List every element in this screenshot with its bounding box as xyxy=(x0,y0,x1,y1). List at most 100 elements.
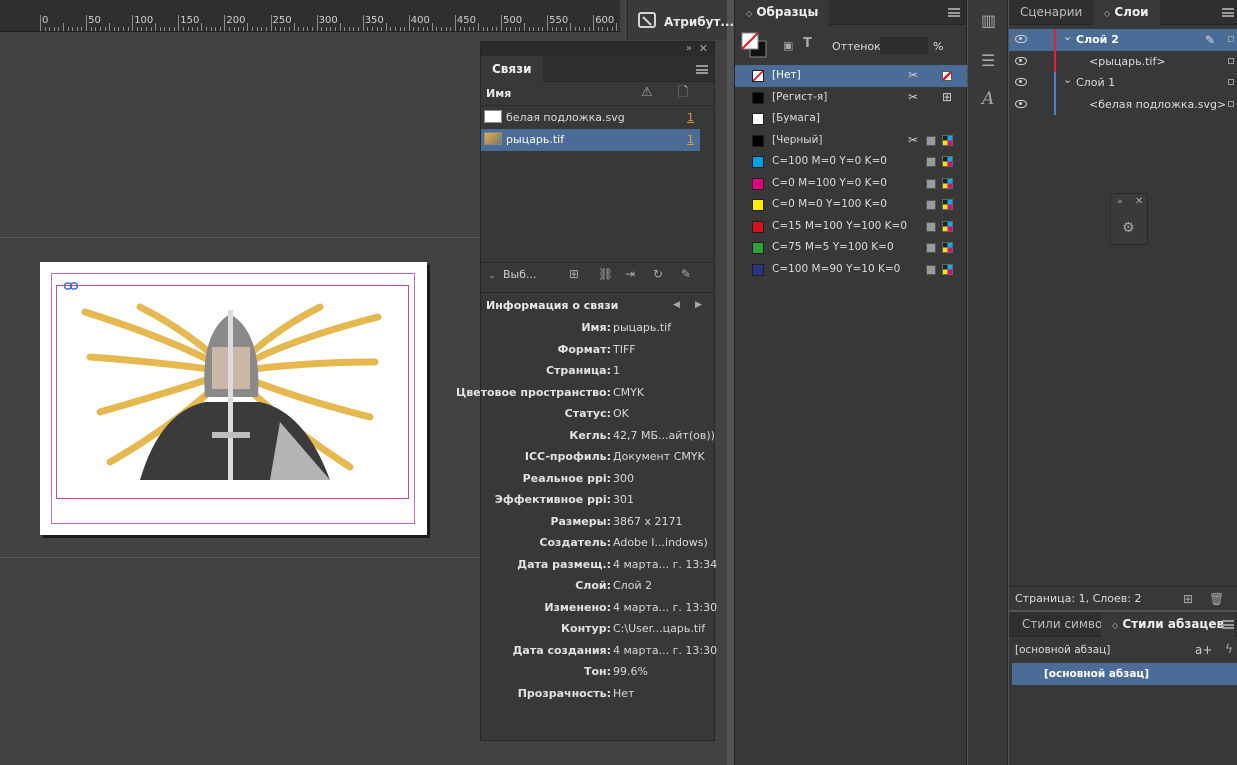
ruler-minor-tick xyxy=(113,27,115,31)
relink-cc-icon[interactable]: ⊞ xyxy=(569,268,579,280)
previous-link-icon[interactable]: ◀ xyxy=(673,299,680,311)
visibility-eye-icon[interactable] xyxy=(1015,99,1027,108)
link-info-key: Страница: xyxy=(545,364,611,377)
column-name[interactable]: Имя xyxy=(486,87,511,100)
link-page-count[interactable]: 1 xyxy=(687,129,694,151)
selection-square[interactable] xyxy=(1228,57,1234,64)
lightning-icon[interactable]: ϟ xyxy=(1225,643,1233,655)
ruler-minor-tick xyxy=(122,27,124,31)
link-info-key: Дата размещ.: xyxy=(517,557,611,571)
visibility-eye-icon[interactable] xyxy=(1015,35,1027,43)
text-format-icon[interactable]: T xyxy=(803,37,812,50)
swatch-row[interactable]: [Нет] ✂ xyxy=(735,65,967,87)
relink-icon[interactable]: ⛓ xyxy=(598,268,613,280)
collapse-icon[interactable]: » xyxy=(686,43,692,55)
layer-row[interactable]: ⌄ Слой 2 ✎ xyxy=(1009,29,1237,51)
selection-square[interactable] xyxy=(1228,100,1234,107)
chevron-down-icon[interactable]: ⌄ xyxy=(1063,74,1072,86)
panel-menu-icon[interactable] xyxy=(696,65,708,74)
tab-layers[interactable]: ◇ Слои xyxy=(1093,0,1160,25)
chevron-down-icon[interactable]: ⌄ xyxy=(488,270,496,282)
ruler-minor-tick xyxy=(445,27,447,31)
swatch-row[interactable]: C=15 M=100 Y=100 K=0 xyxy=(735,216,967,238)
link-info-title: Информация о связи xyxy=(486,299,619,312)
layer-color-marker xyxy=(1054,29,1056,51)
link-row[interactable]: рыцарь.tif 1 xyxy=(481,129,700,151)
ruler-label: 350 xyxy=(364,15,384,26)
new-style-from-selection-icon[interactable]: a+ xyxy=(1195,644,1212,656)
ruler-minor-tick xyxy=(127,27,129,31)
close-icon[interactable]: ✕ xyxy=(699,43,708,55)
swatch-row[interactable]: C=75 M=5 Y=100 K=0 xyxy=(735,237,967,259)
tint-input[interactable] xyxy=(880,37,928,54)
fill-stroke-icon[interactable] xyxy=(741,32,767,58)
swatch-row[interactable]: C=100 M=90 Y=10 K=0 xyxy=(735,259,967,281)
panel-title-strip[interactable]: » ✕ xyxy=(481,42,714,56)
page-icon[interactable]: 🗋 xyxy=(678,86,688,99)
swatch-row[interactable]: [Бумага] xyxy=(735,108,967,130)
swatch-row[interactable]: [Регист-я] ✂ ⊞ xyxy=(735,87,967,109)
layer-item-row[interactable]: <белая подложка.svg> xyxy=(1009,93,1237,115)
swatches-menu-icon[interactable] xyxy=(948,8,960,17)
swatch-chip xyxy=(752,220,764,233)
glyphs-icon[interactable]: A xyxy=(982,91,994,108)
tab-swatches[interactable]: ◇ Образцы xyxy=(735,0,830,25)
ruler-label: 600 xyxy=(595,15,615,26)
layer-item-row[interactable]: <рыцарь.tif> xyxy=(1009,50,1237,72)
ruler-minor-tick xyxy=(353,27,355,31)
non-editable-icon: ✂ xyxy=(908,89,919,104)
registration-mode-icon: ⊞ xyxy=(942,89,953,104)
swatch-row[interactable]: [Черный] ✂ xyxy=(735,130,967,152)
link-page-count[interactable]: 1 xyxy=(687,107,694,129)
ruler-minor-tick xyxy=(537,27,539,31)
document-page[interactable] xyxy=(40,262,427,535)
collapse-icon[interactable]: » xyxy=(1117,196,1123,208)
link-name: белая подложка.svg xyxy=(506,111,625,124)
go-to-link-icon[interactable]: ⇥ xyxy=(625,268,635,280)
swatch-name: C=75 M=5 Y=100 K=0 xyxy=(772,241,894,253)
ruler-label: 450 xyxy=(456,15,476,26)
link-info-key: Реальное ppi: xyxy=(522,471,611,485)
tint-unit: % xyxy=(933,40,944,53)
horizontal-ruler[interactable]: 0 50 100 150 200 250 300 350 400 450 500 550 600 xyxy=(0,0,620,32)
tab-scripts[interactable]: Сценарии xyxy=(1009,0,1093,25)
visibility-eye-icon[interactable] xyxy=(1015,78,1027,86)
link-row[interactable]: белая подложка.svg 1 xyxy=(481,107,700,129)
edit-original-icon[interactable]: ✎ xyxy=(681,268,691,280)
attributes-panel-button[interactable]: Атрибут... xyxy=(627,0,734,40)
chevron-down-icon[interactable]: ⌄ xyxy=(1063,31,1072,43)
ruler-label: 50 xyxy=(88,15,101,26)
delete-icon[interactable]: 🗑 xyxy=(1209,593,1224,605)
tab-links[interactable]: Связи xyxy=(481,56,543,82)
new-layer-icon[interactable]: ⊞ xyxy=(1183,593,1193,605)
knight-image[interactable] xyxy=(80,302,383,480)
ruler-minor-tick xyxy=(141,27,143,31)
selection-square[interactable] xyxy=(1228,79,1234,85)
style-item[interactable]: [основной абзац] xyxy=(1012,663,1237,685)
style-item-label: [основной абзац] xyxy=(1044,668,1150,680)
warning-icon[interactable]: ⚠ xyxy=(641,86,653,99)
visibility-eye-icon[interactable] xyxy=(1015,56,1027,65)
ruler-minor-tick xyxy=(81,27,83,31)
selection-square[interactable] xyxy=(1228,36,1234,42)
links-toolbar: ⌄ Выб... ⊞ ⛓ ⇥ ↻ ✎ xyxy=(481,262,714,286)
current-style: [основной абзац] xyxy=(1015,644,1111,656)
link-chain-icon[interactable] xyxy=(64,282,78,290)
next-link-icon[interactable]: ▶ xyxy=(695,299,702,311)
layers-menu-icon[interactable] xyxy=(1222,8,1234,17)
layer-row[interactable]: ⌄ Слой 1 xyxy=(1009,72,1237,94)
stroke-icon[interactable]: ☰ xyxy=(981,53,995,69)
swatch-row[interactable]: C=0 M=100 Y=0 K=0 xyxy=(735,173,967,195)
container-format-icon[interactable]: ▣ xyxy=(783,40,793,52)
show-selection-label[interactable]: Выб... xyxy=(503,268,537,281)
link-info-key: Формат: xyxy=(557,342,611,356)
ruler-minor-tick xyxy=(579,27,581,31)
styles-menu-icon[interactable] xyxy=(1222,620,1234,629)
update-link-icon[interactable]: ↻ xyxy=(653,268,663,280)
pages-icon[interactable]: ▥ xyxy=(981,13,996,29)
swatch-row[interactable]: C=0 M=0 Y=100 K=0 xyxy=(735,194,967,216)
tab-paragraph-styles[interactable]: ◇ Стили абзацев xyxy=(1101,612,1236,637)
close-icon[interactable]: ✕ xyxy=(1135,196,1143,208)
swatch-row[interactable]: C=100 M=0 Y=0 K=0 xyxy=(735,151,967,173)
properties-icon[interactable]: ⚙ xyxy=(1122,221,1135,235)
